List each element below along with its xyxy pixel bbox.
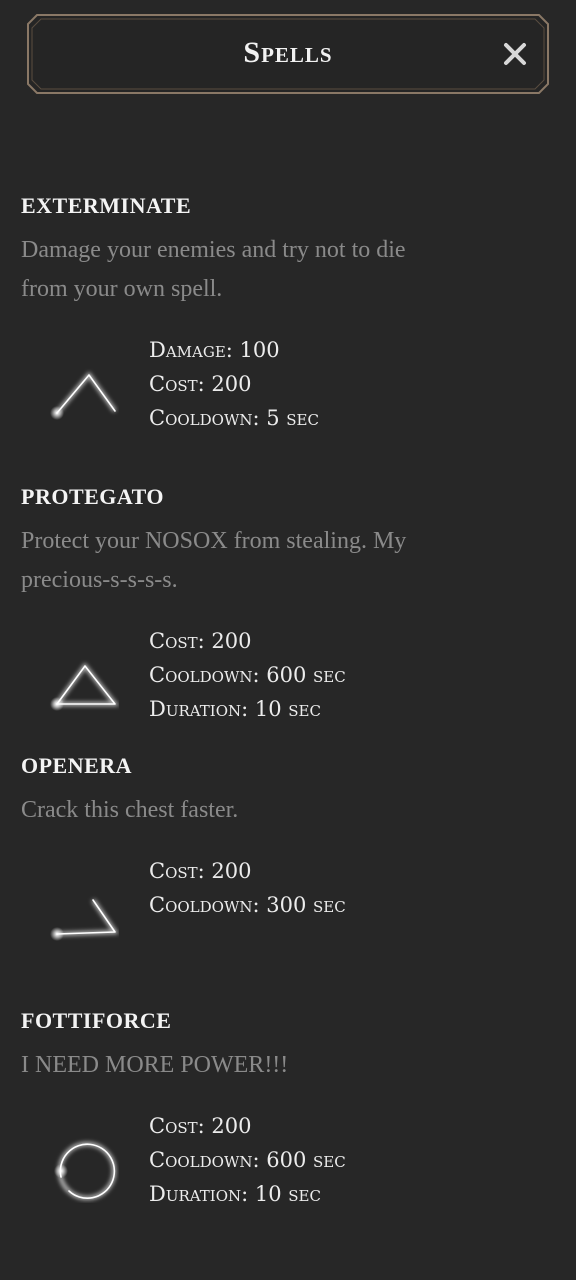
spell-description: Protect your NOSOX from stealing. My pre… [21, 528, 407, 593]
spell-stats: Cost: 200 Cooldown: 300 sec [149, 854, 541, 922]
stat-line: Cooldown: 600 sec [149, 1148, 346, 1172]
spell-name: PROTEGATO [21, 484, 165, 509]
spell-item: FOTTIFORCE I NEED MORE POWER!!! Cost: 20… [21, 1008, 541, 1211]
spells-header: Spells [27, 14, 549, 94]
spell-description: Damage your enemies and try not to die f… [21, 237, 406, 302]
stat-line: Cooldown: 600 sec [149, 663, 346, 687]
stat-line: Cost: 200 [149, 1114, 252, 1138]
spell-name: EXTERMINATE [21, 193, 192, 218]
stat-line: Damage: 100 [149, 338, 280, 362]
spell-details: Damage: 100 Cost: 200 Cooldown: 5 sec [21, 333, 541, 435]
spell-details: Cost: 200 Cooldown: 300 sec [21, 854, 541, 941]
spell-name: OPENERA [21, 753, 133, 778]
close-button[interactable] [495, 34, 535, 74]
spell-description: I NEED MORE POWER!!! [21, 1052, 289, 1078]
page-title: Spells [243, 36, 333, 69]
spell-stats: Cost: 200 Cooldown: 600 sec Duration: 10… [149, 1109, 541, 1211]
stat-line: Cooldown: 300 sec [149, 893, 346, 917]
spell-description: Crack this chest faster. [21, 797, 239, 823]
caret-glyph-icon [50, 371, 117, 420]
spell-name: FOTTIFORCE [21, 1008, 172, 1033]
spell-item: OPENERA Crack this chest faster. Cost: 2… [21, 753, 541, 941]
stat-line: Duration: 10 sec [149, 1182, 321, 1206]
stat-line: Duration: 10 sec [149, 697, 321, 721]
stat-line: Cost: 200 [149, 629, 252, 653]
spell-item: EXTERMINATE Damage your enemies and try … [21, 193, 541, 435]
stat-line: Cooldown: 5 sec [149, 406, 319, 430]
spell-details: Cost: 200 Cooldown: 600 sec Duration: 10… [21, 624, 541, 726]
spell-details: Cost: 200 Cooldown: 600 sec Duration: 10… [21, 1109, 541, 1211]
triangle-glyph-icon [50, 662, 119, 711]
angle-glyph-icon [50, 898, 119, 941]
close-icon [504, 43, 526, 65]
spell-stats: Damage: 100 Cost: 200 Cooldown: 5 sec [149, 333, 541, 435]
spell-item: PROTEGATO Protect your NOSOX from steali… [21, 484, 541, 726]
circle-glyph-icon [54, 1142, 116, 1200]
spell-stats: Cost: 200 Cooldown: 600 sec Duration: 10… [149, 624, 541, 726]
stat-line: Cost: 200 [149, 372, 252, 396]
stat-line: Cost: 200 [149, 859, 252, 883]
